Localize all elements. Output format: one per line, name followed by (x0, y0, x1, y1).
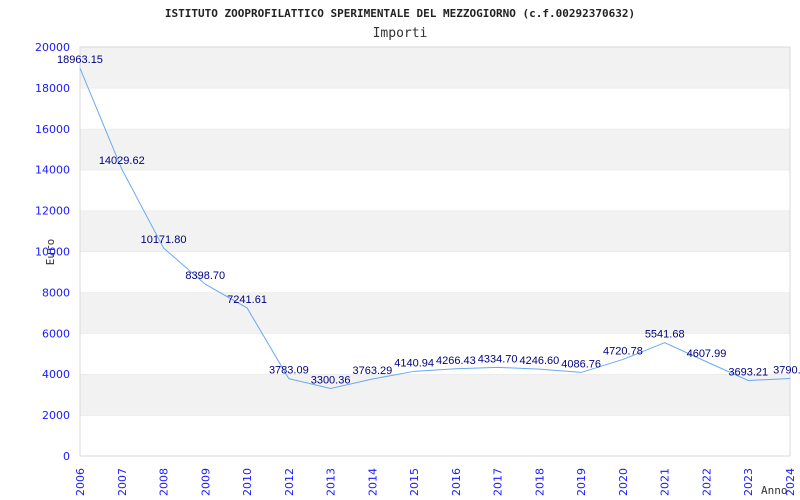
chart-subtitle: Importi (373, 26, 428, 41)
x-tick-label: 2010 (241, 468, 254, 496)
data-label: 3783.09 (269, 365, 309, 377)
x-tick-label: 2007 (116, 468, 129, 496)
grid-band (80, 128, 790, 170)
data-label: 3763.29 (352, 365, 392, 377)
grid-band (80, 169, 790, 211)
y-tick-label: 14000 (35, 164, 70, 177)
data-label: 10171.80 (141, 234, 187, 246)
data-label: 4266.43 (436, 355, 476, 367)
data-label: 4140.94 (394, 357, 434, 369)
data-label: 4720.78 (603, 345, 643, 357)
y-tick-label: 16000 (35, 123, 70, 136)
data-label: 4607.99 (687, 348, 727, 360)
y-tick-label: 4000 (42, 368, 70, 381)
y-tick-label: 18000 (35, 82, 70, 95)
x-tick-label: 2013 (325, 468, 338, 496)
y-tick-label: 8000 (42, 286, 70, 299)
grid-band (80, 292, 790, 334)
x-tick-label: 2018 (533, 468, 546, 496)
x-tick-label: 2014 (366, 468, 379, 496)
x-tick-label: 2021 (659, 468, 672, 496)
grid-band (80, 47, 790, 88)
x-tick-label: 2023 (742, 468, 755, 496)
data-label: 7241.61 (227, 294, 267, 306)
line-chart: ISTITUTO ZOOPROFILATTICO SPERIMENTALE DE… (35, 7, 800, 497)
data-label: 4334.70 (478, 353, 518, 365)
data-label: 4246.60 (520, 355, 560, 367)
y-tick-label: 10000 (35, 246, 70, 259)
grid-band (80, 210, 790, 252)
x-tick-label: 2020 (617, 468, 630, 496)
y-tick-label: 20000 (35, 41, 70, 54)
x-tick-label: 2006 (74, 468, 87, 496)
data-label: 3790.5 (773, 364, 800, 376)
x-tick-label: 2019 (575, 468, 588, 496)
grid-band (80, 87, 790, 129)
data-label: 18963.15 (57, 54, 103, 66)
x-tick-label: 2012 (283, 468, 296, 496)
x-tick-label: 2024 (784, 468, 797, 496)
x-tick-label: 2008 (158, 468, 171, 496)
x-tick-label: 2016 (450, 468, 463, 496)
data-label: 3300.36 (311, 375, 351, 387)
grid-band (80, 415, 790, 456)
chart-title: ISTITUTO ZOOPROFILATTICO SPERIMENTALE DE… (165, 7, 635, 20)
data-label: 5541.68 (645, 329, 685, 341)
data-label: 4086.76 (561, 358, 601, 370)
y-tick-label: 12000 (35, 205, 70, 218)
grid-band (80, 374, 790, 416)
data-label: 3693.21 (728, 366, 768, 378)
data-label: 8398.70 (185, 270, 225, 282)
x-tick-label: 2022 (700, 468, 713, 496)
y-tick-label: 6000 (42, 327, 70, 340)
y-tick-label: 2000 (42, 409, 70, 422)
x-tick-label: 2015 (408, 468, 421, 496)
x-tick-label: 2017 (492, 468, 505, 496)
y-tick-label: 0 (63, 450, 70, 463)
x-tick-label: 2009 (199, 468, 212, 496)
data-label: 14029.62 (99, 155, 145, 167)
